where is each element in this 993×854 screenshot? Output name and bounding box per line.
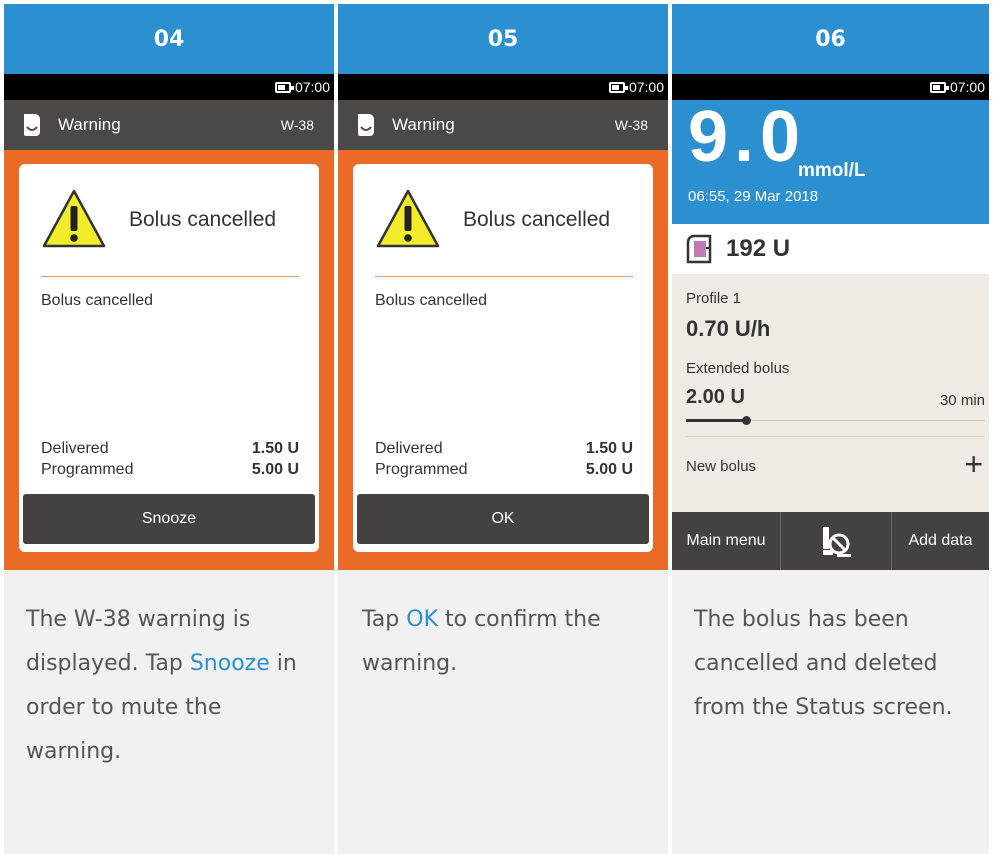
warning-background: Bolus cancelled Bolus cancelled Delivere… <box>338 150 668 570</box>
warning-dialog: Bolus cancelled Bolus cancelled Delivere… <box>353 164 653 552</box>
extended-bolus-label: Extended bolus <box>686 360 790 377</box>
device-screen: 07:00 Warning W-38 Bolus cancelled Bolus… <box>4 74 334 570</box>
status-bar: 07:00 <box>338 74 668 100</box>
add-data-button[interactable]: Add data <box>892 512 989 570</box>
blood-glucose-panel[interactable]: 9.0 mmol/L 06:55, 29 Mar 2018 <box>672 97 989 224</box>
delivered-value: 1.50 U <box>251 440 299 457</box>
basal-rate: 0.70 U/h <box>686 316 771 341</box>
new-bolus-label: New bolus <box>686 458 757 475</box>
battery-icon <box>608 81 628 93</box>
stop-bolus-button[interactable] <box>781 512 892 570</box>
step-caption: The bolus has been cancelled and deleted… <box>694 607 953 720</box>
warning-dialog: Bolus cancelled Bolus cancelled Delivere… <box>19 164 319 552</box>
bolus-stop-icon <box>823 527 851 557</box>
pump-icon <box>358 114 374 136</box>
delivered-label: Delivered <box>41 440 109 457</box>
battery-icon <box>929 81 949 93</box>
warning-code: W-38 <box>280 117 314 133</box>
delivered-value: 1.50 U <box>585 440 633 457</box>
bg-timestamp: 06:55, 29 Mar 2018 <box>688 188 819 205</box>
step-column-05: 05 07:00 Warning W-38 Bolus cancelled Bo… <box>338 4 668 854</box>
profile-label: Profile 1 <box>686 290 742 307</box>
bottom-menu-bar: Main menu Add data <box>672 512 989 570</box>
programmed-row: Programmed 5.00 U <box>41 461 299 479</box>
warning-background: Bolus cancelled Bolus cancelled Delivere… <box>4 150 334 570</box>
screen-title: Warning <box>392 115 455 134</box>
programmed-value: 5.00 U <box>251 461 299 478</box>
delivered-row: Delivered 1.50 U <box>41 440 299 458</box>
step-number: 05 <box>338 4 668 74</box>
caption-text: Tap <box>362 607 407 632</box>
dialog-message: Bolus cancelled <box>375 292 488 309</box>
pump-icon <box>24 114 40 136</box>
programmed-label: Programmed <box>375 461 468 478</box>
caption-highlight: OK <box>406 607 438 632</box>
ok-button[interactable]: OK <box>357 494 649 544</box>
bg-value: 9.0 <box>688 97 807 177</box>
progress-knob <box>742 416 751 425</box>
extended-bolus-duration: 30 min <box>939 392 985 409</box>
programmed-label: Programmed <box>41 461 134 478</box>
dialog-title: Bolus cancelled <box>463 208 611 231</box>
caption-highlight: Snooze <box>189 651 270 676</box>
main-menu-button[interactable]: Main menu <box>672 512 781 570</box>
step-column-04: 04 07:00 Warning W-38 Bolus cancelled Bo… <box>4 4 334 854</box>
step-caption: The W-38 warning is displayed. Tap Snooz… <box>4 570 334 774</box>
warning-code: W-38 <box>614 117 648 133</box>
step-caption: Tap OK to confirm the warning. <box>338 570 668 686</box>
status-details: Profile 1 0.70 U/h Extended bolus 2.00 U… <box>672 274 989 512</box>
progress-fill <box>686 419 746 422</box>
device-screen: 07:00 Warning W-38 Bolus cancelled Bolus… <box>338 74 668 570</box>
status-bar: 07:00 <box>4 74 334 100</box>
device-screen: 07:00 9.0 mmol/L 06:55, 29 Mar 2018 192 … <box>672 74 989 570</box>
battery-icon <box>274 81 294 93</box>
dialog-message: Bolus cancelled <box>41 292 154 309</box>
divider <box>686 436 985 437</box>
programmed-value: 5.00 U <box>585 461 633 478</box>
cartridge-icon <box>686 234 712 264</box>
reservoir-row: 192 U <box>672 224 989 274</box>
step-number: 06 <box>672 4 989 74</box>
dialog-title: Bolus cancelled <box>129 208 277 231</box>
new-bolus-plus-button[interactable]: + <box>964 446 983 483</box>
status-time: 07:00 <box>628 79 664 95</box>
divider <box>41 276 299 277</box>
status-time: 07:00 <box>949 79 985 95</box>
programmed-row: Programmed 5.00 U <box>375 461 633 479</box>
bg-unit: mmol/L <box>798 160 866 181</box>
warning-title-bar: Warning W-38 <box>4 100 334 150</box>
warning-title-bar: Warning W-38 <box>338 100 668 150</box>
step-column-06: 06 07:00 9.0 mmol/L 06:55, 29 Mar 2018 1… <box>672 4 989 854</box>
snooze-button[interactable]: Snooze <box>23 494 315 544</box>
step-number: 04 <box>4 4 334 74</box>
warning-triangle-icon <box>42 189 106 248</box>
delivered-label: Delivered <box>375 440 443 457</box>
divider <box>375 276 633 277</box>
status-time: 07:00 <box>294 79 330 95</box>
extended-bolus-value: 2.00 U <box>686 386 745 408</box>
delivered-row: Delivered 1.50 U <box>375 440 633 458</box>
reservoir-value: 192 U <box>726 235 791 262</box>
screen-title: Warning <box>58 115 121 134</box>
warning-triangle-icon <box>376 189 440 248</box>
